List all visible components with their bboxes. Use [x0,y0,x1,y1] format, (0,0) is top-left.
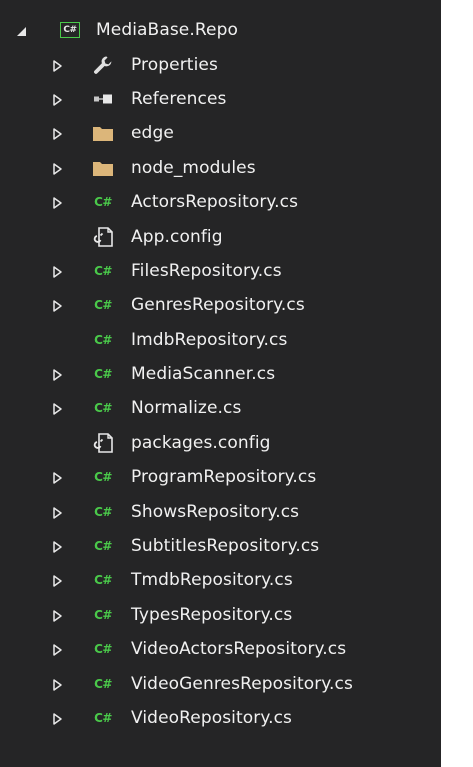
tree-item-label: packages.config [131,432,271,453]
tree-item-node-modules[interactable]: node_modules [0,151,441,185]
collapsed-arrow-icon[interactable] [50,573,64,588]
csharp-file-icon: C# [94,401,112,416]
tree-item-label: Normalize.cs [131,398,242,419]
tree-item-label: References [131,88,227,109]
tree-item-label: FilesRepository.cs [131,260,282,281]
csharp-file-icon: C# [94,367,112,382]
tree-item-label: ShowsRepository.cs [131,501,300,522]
tree-item-label: MediaScanner.cs [131,364,276,385]
tree-item-label: edge [131,123,174,144]
config-file-icon [90,226,116,248]
collapsed-arrow-icon[interactable] [50,58,64,72]
collapsed-arrow-icon[interactable] [50,264,64,278]
project-tree: C# MediaBase.Repo Properties References ed… [0,13,441,735]
tree-item-references[interactable]: References [0,82,441,116]
references-icon [90,88,116,110]
tree-item-actorsrepository-cs[interactable]: C# ActorsRepository.cs [0,185,441,219]
tree-item-label: GenresRepository.cs [131,295,305,316]
csharp-file-icon: C# [94,573,112,588]
collapsed-arrow-icon[interactable] [50,298,64,313]
tree-item-label: node_modules [131,157,256,178]
tree-item-label: SubtitlesRepository.cs [131,536,320,557]
tree-item-programrepository-cs[interactable]: C# ProgramRepository.cs [0,460,441,494]
csharp-file-icon: C# [94,711,112,725]
tree-item-app-config[interactable]: App.config [0,219,441,253]
tree-item-label: ActorsRepository.cs [131,192,299,213]
expanded-arrow-icon[interactable] [14,23,28,37]
collapsed-arrow-icon[interactable] [50,92,64,106]
config-file-icon [90,432,116,454]
project-name: MediaBase.Repo [96,20,238,41]
tree-item-imdbrepository-cs[interactable]: C# ImdbRepository.cs [0,323,441,357]
collapsed-arrow-icon[interactable] [50,401,64,416]
collapsed-arrow-icon[interactable] [50,367,64,381]
folder-icon [90,122,116,144]
csharp-project-icon: C# [58,20,82,40]
tree-item-packages-config[interactable]: packages.config [0,426,441,460]
collapsed-arrow-icon[interactable] [50,161,64,175]
tree-item-label: TmdbRepository.cs [131,570,293,591]
csharp-file-icon: C# [94,642,112,657]
tree-item-label: VideoGenresRepository.cs [131,673,353,694]
tree-item-label: Properties [131,54,218,75]
tree-item-videogenresrepository-cs[interactable]: C# VideoGenresRepository.cs [0,666,441,700]
tree-item-showsrepository-cs[interactable]: C# ShowsRepository.cs [0,494,441,528]
collapsed-arrow-icon[interactable] [50,711,64,725]
collapsed-arrow-icon[interactable] [50,470,64,485]
collapsed-arrow-icon[interactable] [50,608,64,622]
csharp-file-icon: C# [94,539,112,554]
csharp-file-icon: C# [94,504,112,519]
collapsed-arrow-icon[interactable] [50,642,64,656]
folder-icon [90,157,116,179]
csharp-file-icon: C# [94,676,112,691]
collapsed-arrow-icon[interactable] [50,195,64,209]
tree-item-genresrepository-cs[interactable]: C# GenresRepository.cs [0,288,441,322]
csharp-file-icon: C# [94,470,112,485]
tree-item-properties[interactable]: Properties [0,47,441,81]
tree-item-label: VideoActorsRepository.cs [131,639,347,660]
tree-item-filesrepository-cs[interactable]: C# FilesRepository.cs [0,254,441,288]
collapsed-arrow-icon[interactable] [50,505,64,519]
tree-item-label: App.config [131,226,223,247]
collapsed-arrow-icon[interactable] [50,539,64,553]
csharp-file-icon: C# [94,263,112,278]
collapsed-arrow-icon[interactable] [50,677,64,691]
collapsed-arrow-icon[interactable] [50,126,64,141]
wrench-icon [90,54,116,76]
solution-explorer-panel: C# MediaBase.Repo Properties References ed… [0,0,441,767]
tree-item-videorepository-cs[interactable]: C# VideoRepository.cs [0,701,441,735]
tree-item-project[interactable]: C# MediaBase.Repo [0,13,441,47]
tree-item-edge[interactable]: edge [0,116,441,150]
tree-item-label: TypesRepository.cs [131,604,293,625]
tree-item-typesrepository-cs[interactable]: C# TypesRepository.cs [0,598,441,632]
csharp-file-icon: C# [94,195,112,210]
tree-item-label: ImdbRepository.cs [131,329,288,350]
tree-item-mediascanner-cs[interactable]: C# MediaScanner.cs [0,357,441,391]
csharp-file-icon: C# [94,332,112,347]
tree-item-tmdbrepository-cs[interactable]: C# TmdbRepository.cs [0,563,441,597]
tree-item-subtitlesrepository-cs[interactable]: C# SubtitlesRepository.cs [0,529,441,563]
tree-item-normalize-cs[interactable]: C# Normalize.cs [0,391,441,425]
tree-item-label: VideoRepository.cs [131,708,293,728]
tree-item-videoactorsrepository-cs[interactable]: C# VideoActorsRepository.cs [0,632,441,666]
csharp-file-icon: C# [94,607,112,622]
csharp-file-icon: C# [94,298,112,313]
tree-item-label: ProgramRepository.cs [131,467,317,488]
